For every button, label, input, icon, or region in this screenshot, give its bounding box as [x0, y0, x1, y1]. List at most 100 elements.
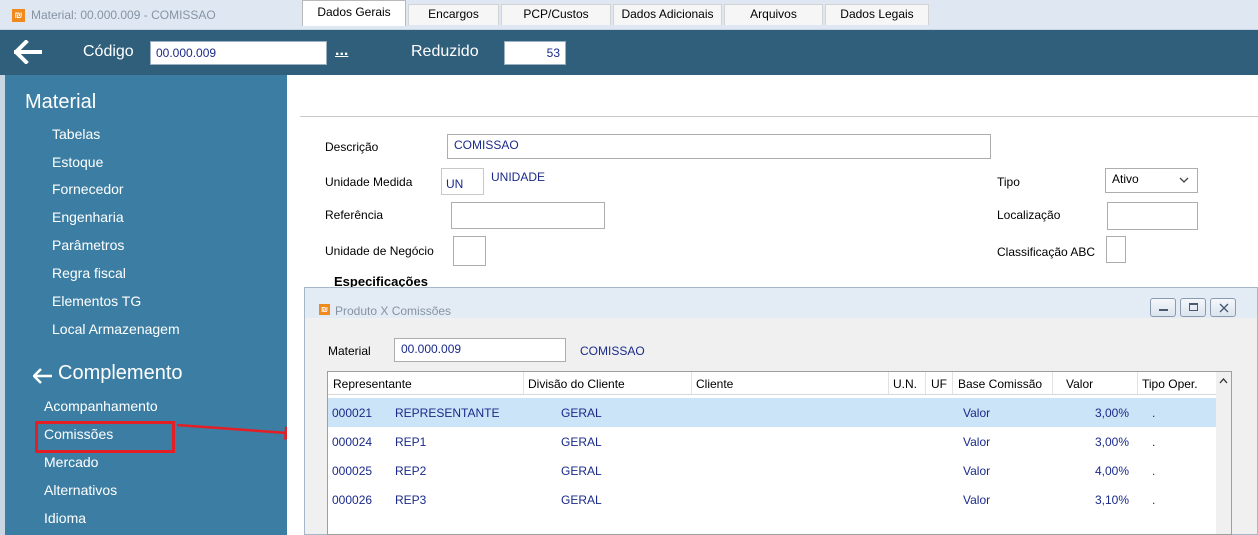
tab-divider — [300, 116, 1258, 117]
codigo-lookup-button[interactable]: ... — [335, 42, 348, 60]
row-tipo: . — [1152, 406, 1156, 420]
minimize-icon[interactable] — [1150, 298, 1176, 317]
col-separator — [523, 372, 524, 394]
row-name: REP1 — [395, 435, 427, 449]
row-divisao: GERAL — [561, 493, 602, 507]
subwindow-title: Produto X Comissões — [335, 304, 452, 318]
row-name: REP2 — [395, 464, 427, 478]
row-divisao: GERAL — [561, 406, 602, 420]
row-valor: 3,10% — [1095, 493, 1130, 507]
row-valor: 3,00% — [1095, 435, 1130, 449]
sidebar-item-acompanhamento[interactable]: Acompanhamento — [44, 398, 158, 414]
app-logo-icon: ₪ — [319, 304, 330, 315]
annotation-arrow-icon — [176, 423, 301, 440]
row-base: Valor — [963, 493, 991, 507]
localizacao-label: Localização — [997, 208, 1061, 222]
sidebar-section-material: Material — [25, 91, 97, 113]
sidebar-item-tabelas[interactable]: Tabelas — [52, 126, 100, 142]
reduzido-field[interactable]: 53 — [504, 41, 566, 65]
arrow-left-icon[interactable] — [33, 368, 53, 384]
row-base: Valor — [963, 464, 991, 478]
col-cliente[interactable]: Cliente — [696, 377, 733, 391]
material-label: Material — [328, 344, 371, 358]
tab-pcp-custos[interactable]: PCP/Custos — [501, 4, 611, 25]
referencia-label: Referência — [325, 208, 384, 222]
table-row[interactable]: 000021 REPRESENTANTE GERAL Valor 3,00% . — [328, 398, 1216, 427]
row-name: REPRESENTANTE — [395, 406, 500, 420]
material-name: COMISSAO — [580, 344, 645, 358]
app-logo-icon: ₪ — [12, 9, 25, 22]
row-name: REP3 — [395, 493, 427, 507]
tipo-value: Ativo — [1112, 172, 1139, 186]
col-tipo-oper[interactable]: Tipo Oper. — [1142, 377, 1198, 391]
unidade-medida-label: Unidade Medida — [325, 175, 413, 189]
window-title: Material: 00.000.009 - COMISSAO — [31, 8, 216, 22]
col-representante[interactable]: Representante — [333, 377, 412, 391]
codigo-field[interactable]: 00.000.009 — [150, 41, 327, 65]
col-valor[interactable]: Valor — [1066, 377, 1093, 391]
sidebar-item-local-armazenagem[interactable]: Local Armazenagem — [52, 321, 180, 337]
sidebar-item-engenharia[interactable]: Engenharia — [52, 209, 124, 225]
row-valor: 3,00% — [1095, 406, 1130, 420]
row-tipo: . — [1152, 464, 1156, 478]
tab-dados-gerais[interactable]: Dados Gerais — [302, 0, 406, 26]
row-tipo: . — [1152, 493, 1156, 507]
reduzido-label: Reduzido — [411, 43, 479, 60]
chevron-down-icon — [1179, 177, 1189, 183]
col-separator — [1052, 372, 1053, 394]
maximize-icon[interactable] — [1180, 298, 1206, 317]
row-divisao: GERAL — [561, 435, 602, 449]
sidebar-item-elementos-tg[interactable]: Elementos TG — [52, 293, 141, 309]
sidebar-item-mercado[interactable]: Mercado — [44, 454, 98, 470]
tipo-label: Tipo — [997, 175, 1020, 189]
row-code: 000024 — [332, 435, 373, 449]
sidebar-item-idioma[interactable]: Idioma — [44, 510, 86, 526]
row-code: 000026 — [332, 493, 373, 507]
arrow-left-icon[interactable] — [14, 40, 42, 64]
col-divisao-cliente[interactable]: Divisão do Cliente — [528, 377, 625, 391]
sidebar-item-estoque[interactable]: Estoque — [52, 154, 103, 170]
tab-arquivos[interactable]: Arquivos — [724, 4, 823, 25]
material-field[interactable]: 00.000.009 — [394, 338, 566, 362]
referencia-field[interactable] — [451, 202, 605, 229]
table-row[interactable]: 000025 REP2 GERAL Valor 4,00% . — [328, 456, 1216, 485]
table-row[interactable]: 000024 REP1 GERAL Valor 3,00% . — [328, 427, 1216, 456]
descricao-label: Descrição — [325, 140, 379, 154]
col-separator — [691, 372, 692, 394]
table-row[interactable]: 000026 REP3 GERAL Valor 3,10% . — [328, 485, 1216, 514]
localizacao-field[interactable] — [1107, 202, 1198, 230]
codigo-label: Código — [83, 43, 134, 60]
classificacao-abc-field[interactable] — [1106, 236, 1126, 263]
col-base-comissao[interactable]: Base Comissão — [958, 377, 1042, 391]
row-base: Valor — [963, 435, 991, 449]
row-code: 000021 — [332, 406, 373, 420]
unidade-negocio-label: Unidade de Negócio — [325, 244, 434, 258]
descricao-field[interactable]: COMISSAO — [447, 134, 991, 159]
tipo-select[interactable]: Ativo — [1105, 168, 1198, 193]
tab-dados-adicionais[interactable]: Dados Adicionais — [613, 4, 722, 25]
sidebar-item-alternativos[interactable]: Alternativos — [44, 482, 117, 498]
close-icon[interactable] — [1210, 298, 1236, 317]
col-separator — [952, 372, 953, 394]
tab-encargos[interactable]: Encargos — [408, 4, 499, 25]
col-separator — [925, 372, 926, 394]
unidade-code-field[interactable]: UN — [441, 168, 484, 195]
row-valor: 4,00% — [1095, 464, 1130, 478]
col-un[interactable]: U.N. — [893, 377, 917, 391]
sidebar-item-parametros[interactable]: Parâmetros — [52, 237, 124, 253]
sidebar-item-fornecedor[interactable]: Fornecedor — [52, 181, 124, 197]
material-header: Código 00.000.009 ... Reduzido 53 — [0, 30, 1258, 75]
classificacao-abc-label: Classificação ABC — [997, 245, 1096, 259]
unidade-negocio-field[interactable] — [453, 236, 486, 266]
row-base: Valor — [963, 406, 991, 420]
row-code: 000025 — [332, 464, 373, 478]
row-tipo: . — [1152, 435, 1156, 449]
col-uf[interactable]: UF — [931, 377, 947, 391]
grid-scrollbar[interactable] — [1216, 372, 1231, 534]
chevron-up-icon[interactable] — [1219, 378, 1228, 384]
tab-dados-legais[interactable]: Dados Legais — [825, 4, 929, 25]
row-divisao: GERAL — [561, 464, 602, 478]
highlight-box — [35, 421, 175, 453]
sidebar-item-regra-fiscal[interactable]: Regra fiscal — [52, 265, 126, 281]
col-separator — [888, 372, 889, 394]
